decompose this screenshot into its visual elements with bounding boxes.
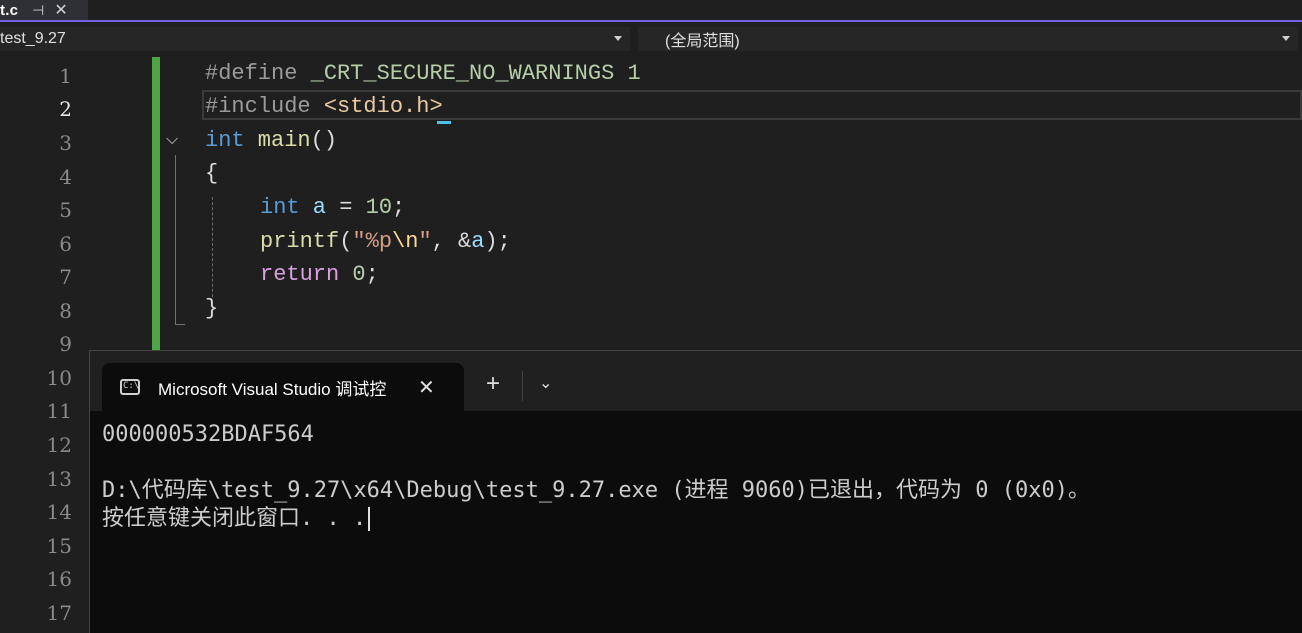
code-line-4[interactable]: { (205, 157, 218, 191)
code-line-3[interactable]: int main() (205, 124, 337, 158)
document-tab-strip: t.c ⊣ ✕ (0, 0, 1302, 22)
output-line-last: 按任意键关闭此窗口. . . (102, 505, 1090, 533)
terminal-output[interactable]: 000000532BDAF564 D:\代码库\test_9.27\x64\De… (102, 421, 1090, 533)
variable-token: a (299, 195, 327, 220)
function-token: printf (260, 229, 340, 254)
punctuation-token: } (205, 296, 219, 321)
chevron-down-icon[interactable]: ⌄ (539, 373, 552, 393)
output-text: 按任意键关闭此窗口. . . (102, 506, 367, 531)
variable-token: a (471, 229, 485, 254)
punctuation-token: { (205, 161, 219, 186)
chevron-down-icon (614, 36, 622, 41)
line-number: 13 (46, 467, 72, 491)
chevron-down-icon (1282, 36, 1290, 41)
escape-token: \n (392, 229, 419, 254)
line-number: 8 (59, 299, 72, 323)
change-indicator-bar (152, 57, 160, 351)
close-icon[interactable]: ✕ (54, 0, 67, 20)
code-line-8[interactable]: } (205, 292, 218, 326)
keyword-token: int (260, 195, 300, 220)
line-number: 12 (46, 433, 72, 457)
punctuation-token: () (310, 128, 338, 153)
console-icon: C:\ (120, 379, 140, 395)
line-number: 17 (46, 601, 72, 625)
line-number-gutter: 1 2 3 4 5 6 7 8 9 10 11 12 13 14 15 16 1… (0, 57, 92, 633)
scope-dropdown[interactable]: (全局范围) (638, 27, 1298, 51)
line-number: 3 (59, 131, 72, 155)
punctuation-token: , & (431, 229, 472, 254)
line-number: 15 (46, 534, 72, 558)
navigation-bar: test_9.27 (全局范围) (0, 22, 1302, 57)
code-line-1[interactable]: #define _CRT_SECURE_NO_WARNINGS 1 (205, 57, 641, 91)
terminal-titlebar: C:\ Microsoft Visual Studio 调试控 ✕ + ⌄ (90, 351, 1302, 411)
code-line-6[interactable]: printf("%p\n", &a); (260, 225, 511, 259)
terminal-tab-title: Microsoft Visual Studio 调试控 (158, 379, 387, 399)
line-number: 7 (59, 265, 72, 289)
line-number: 10 (46, 366, 72, 390)
punctuation-token: ); (484, 229, 511, 254)
project-dropdown-value: test_9.27 (0, 30, 66, 47)
string-token: " (418, 229, 432, 254)
line-number: 1 (59, 64, 72, 88)
line-number: 14 (46, 500, 72, 524)
debug-console-window[interactable]: C:\ Microsoft Visual Studio 调试控 ✕ + ⌄ 00… (89, 350, 1302, 633)
chevron-down-icon[interactable]: ⌵ (166, 131, 178, 149)
fold-guide-line (175, 155, 176, 325)
pin-icon[interactable]: ⊣ (32, 2, 44, 19)
operator-token: = (326, 195, 366, 220)
output-line: D:\代码库\test_9.27\x64\Debug\test_9.27.exe… (102, 478, 1090, 503)
code-line-7[interactable]: return 0; (260, 258, 379, 292)
terminal-tab[interactable]: C:\ Microsoft Visual Studio 调试控 ✕ (102, 363, 464, 411)
new-tab-button[interactable]: + (486, 371, 500, 397)
line-number: 4 (59, 165, 72, 189)
include-path-token: <stdio.h> (310, 94, 443, 119)
text-caret (437, 121, 451, 124)
number-token: 0 (352, 262, 366, 287)
file-tab-name: t.c (0, 1, 19, 19)
macro-token: _CRT_SECURE_NO_WARNINGS (297, 61, 628, 86)
line-number: 11 (46, 399, 72, 423)
line-number: 9 (59, 332, 72, 356)
line-number: 6 (59, 232, 72, 256)
close-icon[interactable]: ✕ (418, 375, 435, 400)
function-token: main (244, 128, 311, 153)
punctuation-token: ; (365, 262, 379, 287)
punctuation-token: ; (392, 195, 406, 220)
number-token: 10 (365, 195, 393, 220)
line-number: 5 (59, 198, 72, 222)
indent-guide (212, 197, 213, 297)
output-line: 000000532BDAF564 (102, 422, 314, 447)
string-token: "%p (352, 229, 393, 254)
file-tab[interactable]: t.c ⊣ ✕ (0, 0, 88, 20)
fold-guide-end (175, 324, 185, 325)
keyword-token: return (260, 262, 340, 287)
titlebar-divider (522, 371, 523, 401)
line-number: 16 (46, 567, 72, 591)
code-line-2[interactable]: #include <stdio.h> (205, 90, 443, 124)
preprocessor-token: #define (205, 61, 298, 86)
line-number: 2 (59, 97, 72, 121)
scope-dropdown-value: (全局范围) (665, 33, 740, 50)
keyword-token: int (205, 128, 245, 153)
code-line-5[interactable]: int a = 10; (260, 191, 405, 225)
project-dropdown[interactable]: test_9.27 (0, 27, 630, 51)
terminal-cursor (368, 507, 371, 531)
number-token: 1 (627, 61, 641, 86)
punctuation-token: ( (339, 229, 353, 254)
preprocessor-token: #include (205, 94, 311, 119)
